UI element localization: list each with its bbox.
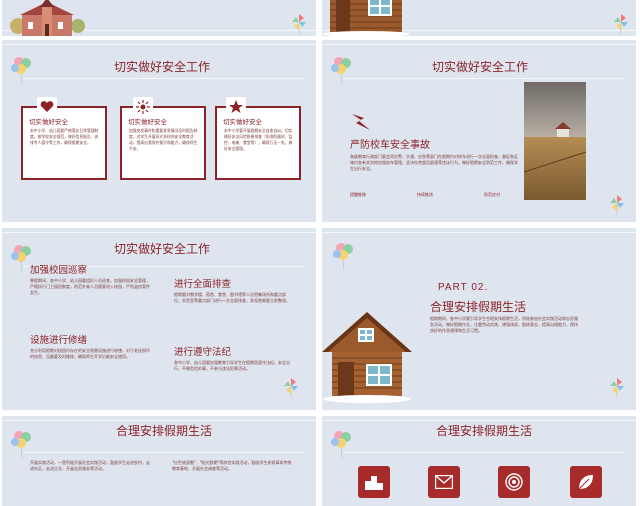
item-body: 寒假期间，各中小学、幼儿园要组织人员巡查，加强校园安全管理，严格执行门卫值班制度… [30, 278, 150, 295]
podium-icon [365, 476, 383, 490]
safety-card-2: 切实做好安全 加强突发事件和重要紧急情况及时报告制度，对学生开展形式多样的安全教… [120, 106, 206, 180]
card-title: 切实做好安全 [223, 118, 262, 126]
feature-tile [428, 466, 460, 498]
slide-2-thumbnail[interactable] [322, 0, 636, 36]
slide-title: 切实做好安全工作 [114, 242, 211, 256]
link-item[interactable]: 提醒推移 [350, 192, 366, 198]
item-body: 各中小学、幼儿园要加强教育引导学生在假期里遵守法纪，安全出行，不做危险的事，不参… [174, 360, 290, 371]
item-title: 进行遵守法纪 [174, 347, 232, 358]
slide-title: 合理安排假期生活 [436, 424, 533, 438]
section-body: 假期期间，各中小学要引导学生合理安排假期生活，积极参加社会实践活动和志愿服务活动… [430, 316, 578, 333]
link-item[interactable]: 防范应对 [484, 192, 500, 198]
section-heading: 严防校车安全事故 [350, 140, 430, 151]
decor-line [2, 420, 316, 421]
section-body-right: "红色旅游圈"、"阳光假期"等综合实践活动，鼓励学生参观革命传统教育基地，开展社… [172, 460, 292, 471]
balloons-icon [331, 57, 351, 84]
slide-title: 切实做好安全工作 [114, 60, 211, 74]
target-icon [505, 473, 523, 491]
balloons-icon [11, 431, 31, 458]
item-title: 设施进行修缮 [30, 335, 88, 346]
slide-3-thumbnail[interactable]: 切实做好安全工作 切实做好安全 本中小学、幼儿园要严格落实日常管理制度，按学校安… [2, 40, 316, 222]
balloons-icon [331, 431, 351, 458]
heart-icon [40, 101, 54, 112]
feature-tile [570, 466, 602, 498]
leaf-icon [578, 475, 593, 490]
lightning-icon [352, 114, 370, 130]
link-row: 提醒推移 持续推进 防范应对 [350, 192, 500, 198]
pinwheel-icon [284, 378, 298, 398]
decor-line [2, 44, 316, 45]
log-cabin-illustration [322, 312, 412, 403]
mail-icon [435, 475, 453, 489]
slide-4-thumbnail[interactable]: 切实做好安全工作 严防校车安全事故 各级教育行政部门要会同交警、交通、应急等部门… [322, 40, 636, 222]
pinwheel-icon [614, 14, 628, 34]
pinwheel-icon [610, 195, 624, 215]
decor-line [24, 78, 304, 79]
pinwheel-icon [610, 378, 624, 398]
section-body: 各级教育行政部门要会同交警、交通、应急等部门在假期内对校车进行一次全面检查，督促… [350, 154, 518, 171]
item-body: 假期要对教学楼、宿舍、食堂、图书馆等人员密集场所和重点部位，实验室等重点部门进行… [174, 292, 290, 303]
item-body: 充分利用假期对校园内存在的安全隐患设施进行修缮，对于老化损坏的校舍、设备要及时维… [30, 348, 150, 359]
decor-line [322, 420, 636, 421]
decor-line [24, 452, 304, 453]
card-body: 本中小学要开展假期安全自查自纠，切实做好安全风险隐患排查（如消防器材、监控、电梯… [224, 128, 293, 151]
card-title: 切实做好安全 [29, 118, 68, 126]
balloons-icon [333, 243, 353, 270]
item-title: 进行全面排查 [174, 279, 232, 290]
church-illustration [10, 0, 85, 36]
decor-line [2, 232, 316, 233]
card-badge [37, 97, 57, 117]
item-title: 加强校园巡察 [30, 265, 88, 276]
sun-icon [136, 100, 150, 114]
feature-tile [358, 466, 390, 498]
slide-title: 合理安排假期生活 [430, 300, 527, 314]
safety-card-3: 切实做好安全 本中小学要开展假期安全自查自纠，切实做好安全风险隐患排查（如消防器… [215, 106, 301, 180]
slide-title: 合理安排假期生活 [116, 424, 213, 438]
slide-8-thumbnail[interactable]: 合理安排假期生活 [322, 416, 636, 506]
slide-title: 切实做好安全工作 [432, 60, 529, 74]
log-cabin-illustration [322, 0, 410, 36]
balloons-icon [11, 57, 31, 84]
decor-line [322, 44, 636, 45]
pinwheel-icon [292, 14, 306, 34]
decor-line [322, 232, 636, 233]
card-badge [133, 97, 153, 117]
link-item[interactable]: 持续推进 [417, 192, 433, 198]
slide-7-thumbnail[interactable]: 合理安排假期生活 开展实践活动，一是积极开展社会实践活动，鼓励学生走进农村，走进… [2, 416, 316, 506]
card-title: 切实做好安全 [128, 118, 167, 126]
star-icon [229, 100, 243, 113]
card-body: 加强突发事件和重要紧急情况及时报告制度，对学生开展形式多样的安全教育活动，提高自… [129, 128, 198, 151]
part-label: PART 02. [438, 282, 489, 293]
card-body: 本中小学、幼儿园要严格落实日常管理制度，按学校安全规范，做好信息报告、安排专人值… [30, 128, 99, 145]
feature-tile [498, 466, 530, 498]
card-badge [226, 97, 246, 117]
section-body-left: 开展实践活动，一是积极开展社会实践活动，鼓励学生走进农村，走进社区，走进企业，开… [30, 460, 150, 471]
decor-line [344, 452, 624, 453]
farmland-photo [524, 82, 586, 200]
slide-1-thumbnail[interactable] [2, 0, 316, 36]
slide-5-thumbnail[interactable]: 切实做好安全工作 加强校园巡察 寒假期间，各中小学、幼儿园要组织人员巡查，加强校… [2, 228, 316, 410]
decor-line [344, 78, 624, 79]
safety-card-1: 切实做好安全 本中小学、幼儿园要严格落实日常管理制度，按学校安全规范，做好信息报… [21, 106, 107, 180]
slide-6-thumbnail[interactable]: PART 02. 合理安排假期生活 假期期间，各中小学要引导学生合理安排假期生活… [322, 228, 636, 410]
